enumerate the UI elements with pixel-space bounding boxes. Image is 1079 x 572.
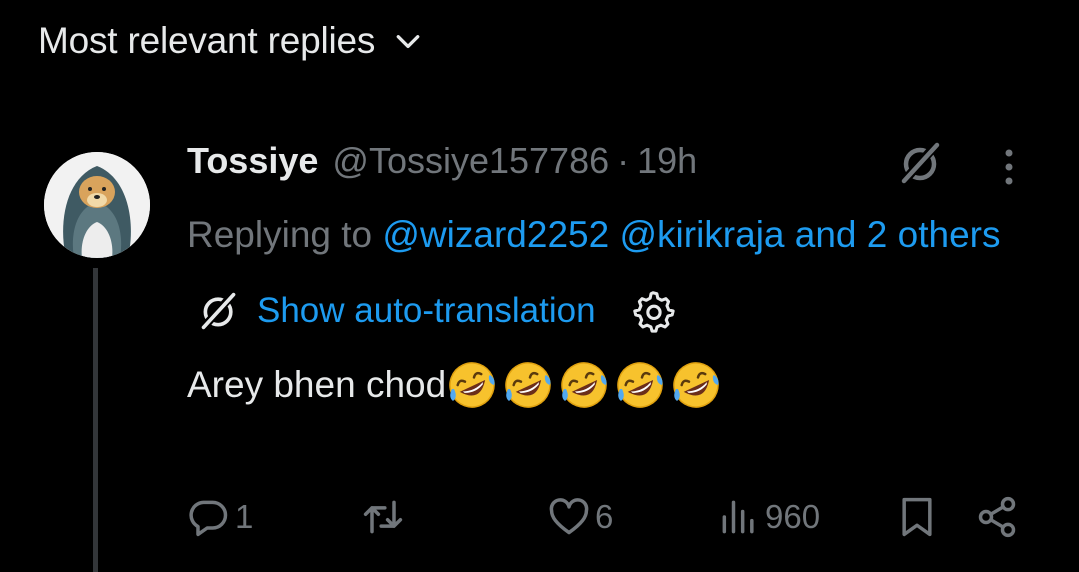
tweet-text: Arey bhen chod (187, 357, 1057, 413)
avatar-image (44, 152, 150, 258)
reply-count: 1 (235, 498, 254, 535)
bookmark-icon (902, 497, 932, 537)
like-button[interactable]: 6 (547, 493, 613, 541)
analytics-icon (722, 500, 754, 534)
sort-replies-dropdown[interactable]: Most relevant replies (38, 16, 421, 66)
more-options-icon[interactable] (1001, 147, 1017, 187)
thread-line (93, 268, 98, 572)
chevron-down-icon (396, 35, 420, 49)
rolling-on-floor-laughing-emoji (449, 362, 495, 408)
reply-button[interactable]: 1 (187, 493, 253, 541)
repost-icon (363, 500, 403, 534)
mention-others[interactable]: and 2 others (795, 214, 1001, 255)
heart-icon (549, 498, 589, 535)
share-icon (978, 496, 1016, 538)
user-handle[interactable]: @Tossiye157786 (332, 140, 609, 182)
emoji-group (446, 359, 722, 411)
repost-button[interactable] (361, 493, 409, 541)
rolling-on-floor-laughing-emoji (673, 362, 719, 408)
tweet-text-content: Arey bhen chod (187, 364, 447, 405)
reply-icon (189, 500, 228, 537)
views-button[interactable]: 960 (717, 493, 820, 541)
rolling-on-floor-laughing-emoji (617, 362, 663, 408)
rolling-on-floor-laughing-emoji (505, 362, 551, 408)
display-name[interactable]: Tossiye (187, 140, 318, 182)
replying-prefix: Replying to (187, 214, 383, 255)
separator-dot: · (617, 140, 630, 181)
auto-translation-row: Show auto-translation (199, 287, 1057, 335)
like-count: 6 (595, 498, 614, 535)
tweet-actions: 1 6 960 (187, 493, 1037, 541)
gear-icon[interactable] (630, 288, 676, 334)
avatar[interactable] (44, 152, 150, 258)
rolling-on-floor-laughing-emoji (561, 362, 607, 408)
share-button[interactable] (975, 493, 1019, 541)
grok-icon[interactable] (899, 141, 943, 185)
timestamp[interactable]: 19h (637, 140, 697, 182)
mention-kirikraja[interactable]: @kirikraja (619, 214, 784, 255)
show-translation-link[interactable]: Show auto-translation (257, 291, 596, 331)
sort-label: Most relevant replies (38, 20, 376, 61)
replying-to: Replying to @wizard2252 @kirikraja and 2… (187, 205, 1057, 265)
grok-icon (200, 291, 236, 331)
views-count: 960 (765, 498, 821, 535)
reply-tweet[interactable]: Tossiye @Tossiye157786 · 19h Replying to… (187, 135, 1057, 413)
bookmark-button[interactable] (895, 493, 939, 541)
mention-wizard2252[interactable]: @wizard2252 (382, 214, 609, 255)
